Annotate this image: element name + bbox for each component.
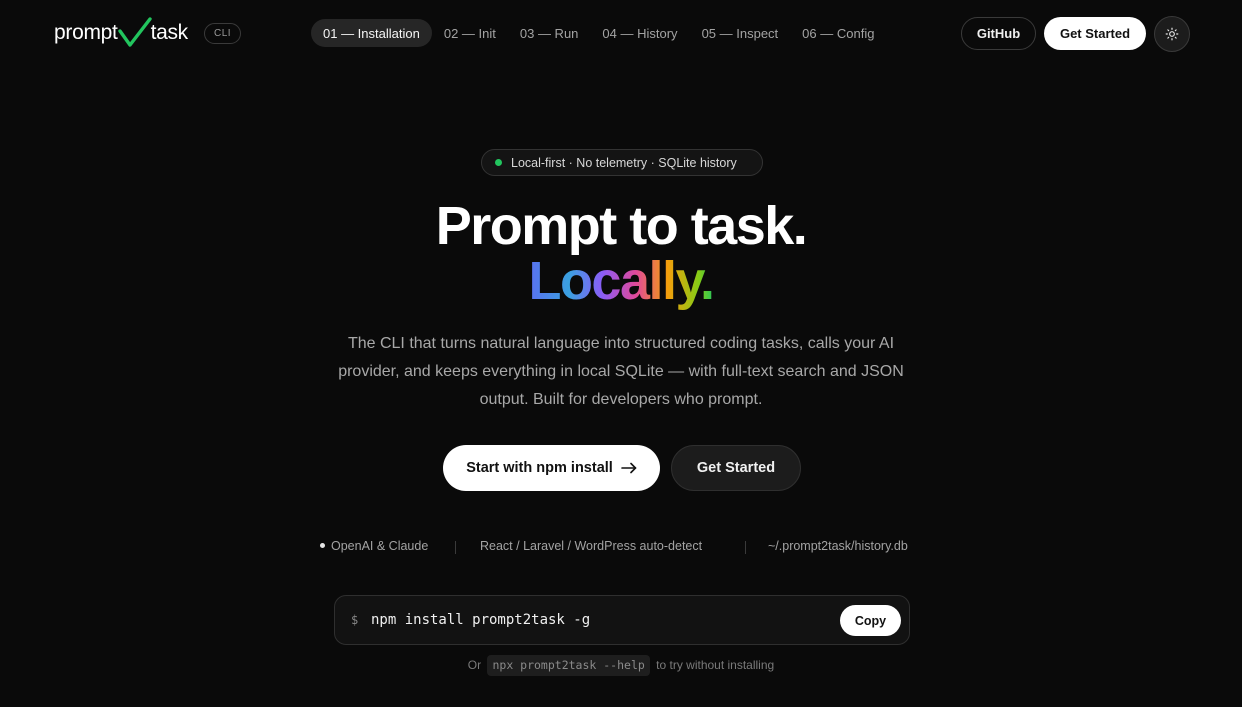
logo-text-left: prompt — [54, 21, 118, 44]
theme-toggle-button[interactable] — [1154, 16, 1190, 52]
section-nav: 01 — Installation 02 — Init 03 — Run 04 … — [311, 19, 886, 47]
divider — [745, 541, 746, 554]
logo[interactable]: prompt task — [54, 16, 188, 50]
sun-icon — [1165, 27, 1179, 41]
npm-install-button-label: Start with npm install — [466, 460, 613, 476]
nav-link-history[interactable]: 04 — History — [590, 19, 689, 47]
divider — [455, 541, 456, 554]
feature-item: OpenAI & Claude — [320, 539, 428, 553]
hint-suffix: to try without installing — [656, 658, 775, 672]
hero-get-started-button[interactable]: Get Started — [671, 445, 801, 491]
logo-text-right: task — [150, 21, 189, 44]
hint-prefix: Or — [467, 658, 482, 672]
checkmark-logo-icon — [117, 17, 152, 47]
npm-install-button[interactable]: Start with npm install — [443, 445, 660, 491]
nav-link-installation[interactable]: 01 — Installation — [311, 19, 432, 47]
feature-label: OpenAI & Claude — [331, 539, 429, 553]
status-pill: Local-first · No telemetry · SQLite hist… — [481, 149, 763, 176]
feature-item: ~/.prompt2task/history.db — [768, 539, 908, 553]
arrow-right-icon — [621, 462, 637, 474]
top-nav: prompt task CLI 01 — Installation 02 — I… — [0, 0, 1242, 68]
status-pill-text: Local-first · No telemetry · SQLite hist… — [511, 155, 737, 170]
cli-badge: CLI — [204, 23, 242, 44]
hero-title: Prompt to task. — [435, 196, 808, 256]
nav-link-run[interactable]: 03 — Run — [508, 19, 591, 47]
feature-list: OpenAI & Claude React / Laravel / WordPr… — [0, 539, 1242, 557]
install-command-box: $ npm install prompt2task -g Copy — [334, 595, 910, 645]
status-dot — [495, 159, 502, 166]
install-hint: Or npx prompt2task --help to try without… — [0, 655, 1242, 676]
copy-button[interactable]: Copy — [840, 605, 901, 636]
hint-command: npx prompt2task --help — [487, 655, 650, 676]
install-command[interactable]: npm install prompt2task -g — [371, 612, 590, 628]
nav-link-inspect[interactable]: 05 — Inspect — [690, 19, 791, 47]
bullet-icon — [320, 543, 325, 549]
github-button[interactable]: GitHub — [961, 17, 1036, 50]
nav-link-config[interactable]: 06 — Config — [790, 19, 886, 47]
feature-item: React / Laravel / WordPress auto-detect — [480, 539, 703, 553]
nav-get-started-button[interactable]: Get Started — [1044, 17, 1146, 50]
hero-title-accent: Locally. — [0, 251, 1242, 311]
shell-prompt: $ — [351, 613, 359, 627]
hero-title-gradient-text: Locally. — [528, 251, 715, 311]
nav-link-init[interactable]: 02 — Init — [432, 19, 508, 47]
hero-description: The CLI that turns natural language into… — [338, 335, 904, 408]
